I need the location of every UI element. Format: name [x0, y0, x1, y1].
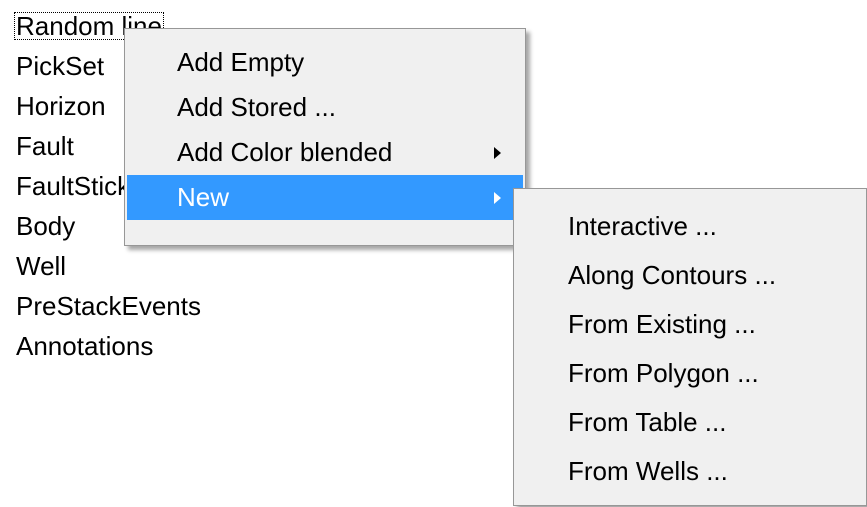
menu-item-label: From Wells ...	[568, 456, 728, 486]
menu-item-new[interactable]: New	[127, 175, 523, 220]
tree-item-label: PickSet	[16, 51, 105, 81]
tree-item-label: Well	[16, 251, 67, 281]
menu-item-label: Add Color blended	[177, 137, 393, 167]
menu-item-label: Interactive ...	[568, 211, 717, 241]
submenu-item-along-contours[interactable]: Along Contours ...	[514, 251, 866, 300]
submenu-item-interactive[interactable]: Interactive ...	[514, 202, 866, 251]
submenu-item-from-polygon[interactable]: From Polygon ...	[514, 349, 866, 398]
menu-item-label: Along Contours ...	[568, 260, 777, 290]
submenu-arrow-icon	[494, 191, 501, 204]
tree-item-label: PreStackEvents	[16, 291, 201, 321]
menu-item-add-empty[interactable]: Add Empty	[127, 40, 523, 85]
tree-item-label: Annotations	[16, 331, 154, 361]
new-submenu: Interactive ... Along Contours ... From …	[513, 188, 867, 506]
tree-item-prestackevents[interactable]: PreStackEvents	[14, 286, 254, 326]
menu-item-label: New	[177, 182, 230, 212]
submenu-item-from-existing[interactable]: From Existing ...	[514, 300, 866, 349]
submenu-item-from-table[interactable]: From Table ...	[514, 398, 866, 447]
menu-item-label: From Existing ...	[568, 309, 756, 339]
submenu-arrow-icon	[494, 146, 501, 159]
tree-item-annotations[interactable]: Annotations	[14, 326, 254, 366]
context-menu: Add Empty Add Stored ... Add Color blend…	[124, 28, 526, 246]
menu-item-label: From Polygon ...	[568, 358, 759, 388]
tree-item-label: Fault	[16, 131, 74, 161]
tree-item-well[interactable]: Well	[14, 246, 254, 286]
menu-item-add-stored[interactable]: Add Stored ...	[127, 85, 523, 130]
menu-item-add-color-blended[interactable]: Add Color blended	[127, 130, 523, 175]
tree-item-label: Horizon	[16, 91, 106, 121]
submenu-item-from-wells[interactable]: From Wells ...	[514, 447, 866, 496]
menu-item-label: Add Stored ...	[177, 92, 336, 122]
tree-item-label: Body	[16, 211, 76, 241]
menu-item-label: From Table ...	[568, 407, 727, 437]
menu-item-label: Add Empty	[177, 47, 305, 77]
